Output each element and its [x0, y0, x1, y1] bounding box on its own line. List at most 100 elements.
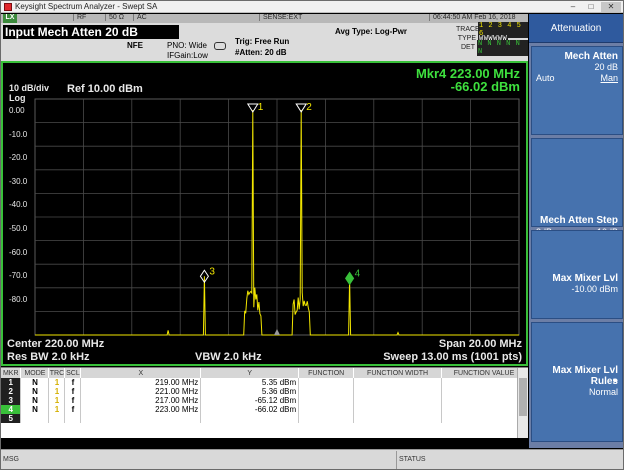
active-function-label[interactable]: Input Mech Atten 20 dB	[3, 25, 179, 39]
marker-cell-x: 217.00 MHz	[80, 396, 202, 405]
marker-cell-trc: 1	[48, 405, 66, 414]
datetime-label: 06:44:50 AM Feb 16, 2018	[429, 14, 516, 21]
marker-cell-mkr: 2	[1, 387, 22, 396]
pno-icon	[214, 42, 226, 50]
trace-row-label: TRACE	[456, 26, 480, 33]
status-label: STATUS	[396, 451, 623, 469]
app-icon	[4, 2, 12, 11]
marker-cell-scl: f	[64, 396, 82, 405]
marker-cell-x: 219.00 MHz	[80, 378, 202, 387]
marker-cell-function	[441, 414, 527, 423]
ifgain-label: IFGain:Low	[167, 51, 208, 60]
nfe-label: NFE	[127, 41, 143, 50]
option-auto: Auto	[536, 73, 555, 83]
marker-cell-trc: 1	[48, 378, 66, 387]
marker-table-scrollbar[interactable]	[517, 368, 528, 438]
marker-cell-function	[441, 396, 527, 405]
span-label[interactable]: Span 20.00 MHz	[439, 338, 522, 350]
marker-cell-mkr: 3	[1, 396, 22, 405]
marker-1-label: 1	[258, 102, 264, 113]
y-tick-label: -20.0	[9, 153, 28, 163]
avg-type-label: Avg Type: Log-Pwr	[335, 27, 407, 36]
column-header: MKR	[1, 368, 22, 378]
center-freq-label[interactable]: Center 220.00 MHz	[7, 338, 104, 350]
marker-cell-y: -65.12 dBm	[200, 396, 300, 405]
marker-2-label: 2	[306, 102, 312, 113]
softkey-panel: Attenuation Mech Atten 20 dB Auto Man Me…	[529, 14, 623, 448]
softkey-title: Mech Atten Step	[540, 215, 618, 226]
marker-table-row[interactable]: 2 N 1 f 221.00 MHz 5.36 dBm	[1, 387, 527, 396]
column-header: FUNCTION VALUE	[441, 368, 527, 378]
measurement-header: Input Mech Atten 20 dB NFE PNO: Wide IFG…	[1, 21, 528, 61]
marker-cell-y: -66.02 dBm	[200, 405, 300, 414]
marker-cell-trc	[48, 414, 66, 423]
option-man: Man	[600, 73, 618, 83]
marker-cell-function	[353, 378, 443, 387]
marker-table-header: MKR MODE TRC SCL X Y FUNCTION FUNCTION WIDTH FUN…	[1, 368, 527, 378]
softkey-title: Max Mixer Lvl	[552, 273, 618, 284]
marker-table-row[interactable]: 3 N 1 f 217.00 MHz -65.12 dBm	[1, 396, 527, 405]
marker-cell-y: 5.36 dBm	[200, 387, 300, 396]
column-header: FUNCTION WIDTH	[353, 368, 443, 378]
maximize-button[interactable]: □	[583, 2, 599, 12]
sweep-label[interactable]: Sweep 13.00 ms (1001 pts)	[383, 351, 522, 363]
minimize-button[interactable]: –	[565, 2, 581, 12]
marker-cell-mode: N	[20, 378, 50, 387]
trigger-label: Trig: Free Run	[235, 37, 290, 46]
softkey-menu-title: Attenuation	[529, 14, 623, 43]
column-header: Y	[200, 368, 300, 378]
marker-cell-trc: 1	[48, 396, 66, 405]
marker-table-row[interactable]: 4 N 1 f 223.00 MHz -66.02 dBm	[1, 405, 527, 414]
mech-atten-softkey[interactable]: Mech Atten 20 dB Auto Man	[531, 46, 623, 135]
det-row-label: DET	[460, 44, 475, 51]
y-tick-label: -40.0	[9, 200, 28, 210]
window-title: Keysight Spectrum Analyzer - Swept SA	[15, 2, 158, 11]
bottom-status-bar: MSG STATUS	[1, 449, 623, 469]
marker-cell-scl: f	[64, 405, 82, 414]
analyzer-window: Keysight Spectrum Analyzer - Swept SA – …	[0, 0, 624, 470]
marker-table-row[interactable]: 1 N 1 f 219.00 MHz 5.35 dBm	[1, 378, 527, 387]
close-button[interactable]: ✕	[601, 1, 621, 12]
marker-cell-function	[298, 414, 355, 423]
marker-cell-x: 221.00 MHz	[80, 387, 202, 396]
max-mixer-lvl-softkey[interactable]: Max Mixer Lvl -10.00 dBm	[531, 230, 623, 319]
pno-label: PNO: Wide	[167, 41, 208, 50]
marker-cell-mode: N	[20, 405, 50, 414]
marker-cell-y: 5.35 dBm	[200, 378, 300, 387]
y-tick-label: -60.0	[9, 247, 28, 257]
res-bw-label[interactable]: Res BW 2.0 kHz	[7, 351, 90, 363]
y-tick-label: 0.00	[9, 106, 25, 115]
marker-cell-mkr: 4	[1, 405, 22, 414]
y-tick-label: -80.0	[9, 294, 28, 304]
marker-cell-trc: 1	[48, 387, 66, 396]
sense-label: SENSE:EXT	[259, 14, 302, 21]
marker-table-body: 1 N 1 f 219.00 MHz 5.35 dBm 2 N 1 f 221.00 MHz 5.36…	[1, 378, 527, 423]
mech-atten-step-softkey[interactable]: Mech Atten Step 2dB10dB	[531, 138, 623, 237]
trace-summary: TRACE 1 2 3 4 5 6 TYPE WWWWWW DET N N N …	[456, 21, 528, 56]
submenu-arrow-icon: ▸	[613, 375, 618, 385]
marker-cell-scl: f	[64, 387, 82, 396]
marker-3-label: 3	[209, 266, 215, 277]
spectrum-display[interactable]: 1 2 3 4 10 dB/div Log Ref 10.00 dBm Mkr4 22…	[1, 61, 528, 366]
column-header: FUNCTION	[298, 368, 355, 378]
lx-indicator: LX	[3, 14, 17, 23]
coupling-label: AC	[133, 14, 147, 21]
atten-label: #Atten: 20 dB	[235, 48, 287, 57]
softkey-title: Max Mixer Lvl Rules	[552, 365, 618, 387]
marker-cell-mode	[20, 414, 50, 423]
column-header: MODE	[20, 368, 50, 378]
marker-cell-mkr: 1	[1, 378, 22, 387]
marker-cell-function	[441, 387, 527, 396]
vbw-label[interactable]: VBW 2.0 kHz	[195, 351, 262, 363]
marker-cell-function	[298, 387, 355, 396]
marker-cell-mode: N	[20, 387, 50, 396]
scale-type-label: Log	[9, 93, 26, 103]
max-mixer-lvl-rules-softkey[interactable]: Max Mixer Lvl Rules Normal ▸	[531, 322, 623, 442]
column-header: SCL	[64, 368, 82, 378]
marker-cell-scl: f	[64, 378, 82, 387]
marker-table-row[interactable]: 5	[1, 414, 527, 423]
marker-cell-function	[353, 387, 443, 396]
marker-cell-scl	[64, 414, 82, 423]
scrollbar-thumb[interactable]	[519, 378, 527, 416]
column-header: X	[80, 368, 202, 378]
